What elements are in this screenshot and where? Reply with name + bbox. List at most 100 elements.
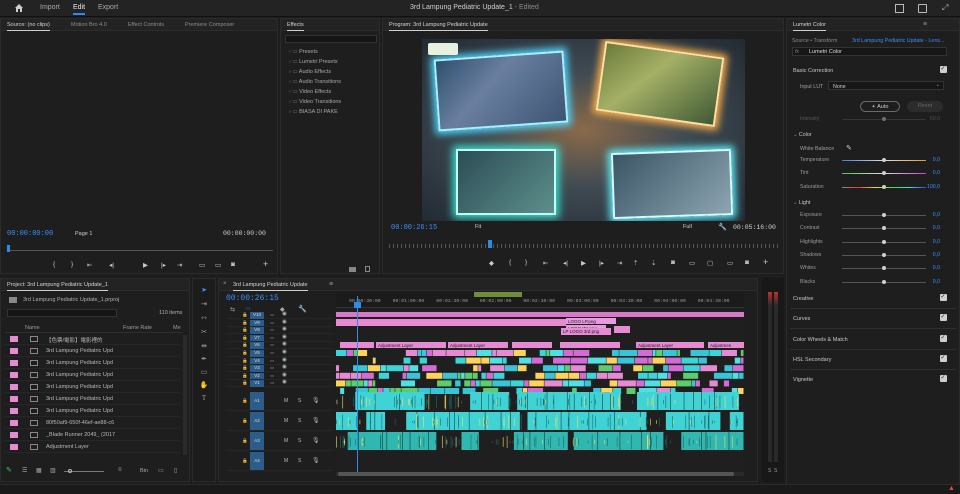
lock-icon[interactable]: 🔒 bbox=[242, 320, 248, 326]
add-marker-icon[interactable]: ◆ bbox=[489, 259, 494, 267]
video-clip[interactable] bbox=[546, 350, 550, 356]
video-clip[interactable] bbox=[473, 365, 478, 372]
tab-effect-controls[interactable]: Effect Controls bbox=[128, 22, 164, 28]
video-clip[interactable] bbox=[466, 357, 481, 364]
freeform-view-icon[interactable]: ▥ bbox=[50, 467, 56, 474]
eye-icon[interactable]: ◉ bbox=[282, 379, 287, 385]
safe-margins-icon[interactable]: ▢ bbox=[707, 259, 713, 267]
program-resolution-select[interactable]: Full bbox=[683, 224, 692, 230]
lock-icon[interactable]: 🔒 bbox=[242, 438, 248, 444]
video-clip[interactable] bbox=[667, 372, 671, 379]
source-playhead[interactable] bbox=[7, 245, 10, 252]
video-clip[interactable] bbox=[437, 380, 452, 387]
video-clip[interactable] bbox=[465, 350, 477, 356]
audio-clip[interactable] bbox=[355, 392, 375, 410]
video-clip[interactable] bbox=[446, 350, 465, 356]
effects-item-audio-transitions[interactable]: Audio Transitions bbox=[289, 79, 341, 85]
audio-clip[interactable] bbox=[641, 432, 651, 450]
video-clip[interactable] bbox=[492, 350, 496, 356]
slider-knob[interactable] bbox=[882, 252, 886, 257]
mute-button[interactable]: M bbox=[284, 418, 288, 424]
track-target[interactable]: V2 bbox=[250, 372, 264, 380]
light-slider-blacks[interactable]: Blacks 0,0 bbox=[800, 279, 940, 287]
project-list-item[interactable]: 3rd Lampung Pediatric Upd bbox=[4, 345, 180, 357]
video-clip[interactable] bbox=[570, 365, 586, 372]
project-list-item[interactable]: 3rd Lampung Pediatric Upd bbox=[4, 369, 180, 381]
audio-clip[interactable] bbox=[689, 412, 709, 430]
video-clip[interactable] bbox=[638, 372, 648, 379]
video-clip[interactable] bbox=[657, 372, 668, 379]
video-clip[interactable] bbox=[419, 357, 427, 364]
project-list-item[interactable]: 3rd Lampung Pediatric Upd bbox=[4, 393, 180, 405]
video-track-header[interactable]: 🔒 V2 ▭ ◉ bbox=[226, 372, 334, 380]
lock-icon[interactable]: 🔒 bbox=[242, 327, 248, 333]
video-clip[interactable] bbox=[607, 372, 623, 379]
quick-export-icon[interactable] bbox=[918, 4, 927, 13]
video-track-header[interactable]: 🔒 V4 ▭ ◉ bbox=[226, 357, 334, 365]
video-clip[interactable] bbox=[569, 372, 580, 379]
sync-lock-icon[interactable]: ▭ bbox=[270, 342, 274, 348]
mark-in-icon[interactable]: { bbox=[53, 261, 55, 268]
video-clip[interactable] bbox=[539, 350, 546, 356]
delete-icon[interactable]: ▯ bbox=[174, 467, 177, 474]
effects-search-input[interactable] bbox=[285, 35, 377, 43]
title-clip[interactable] bbox=[336, 312, 744, 317]
go-to-in-icon[interactable]: ⇤ bbox=[543, 259, 548, 267]
light-slider-contrast[interactable]: Contrast 0,0 bbox=[800, 225, 940, 233]
delete-icon[interactable] bbox=[365, 266, 370, 272]
video-clip[interactable] bbox=[432, 350, 446, 356]
video-clip[interactable] bbox=[346, 350, 354, 356]
video-clip[interactable] bbox=[417, 350, 422, 356]
video-clip[interactable] bbox=[336, 380, 346, 387]
reset-button[interactable]: Reset bbox=[907, 101, 943, 112]
video-clip[interactable] bbox=[668, 365, 683, 372]
video-clip[interactable] bbox=[553, 357, 570, 364]
creative-checkbox[interactable] bbox=[940, 293, 947, 301]
audio-clip[interactable] bbox=[510, 412, 520, 430]
video-clip[interactable] bbox=[740, 350, 744, 356]
adjustment-layer-clip[interactable] bbox=[512, 342, 552, 348]
video-track-header[interactable]: 🔒 V3 ▭ ◉ bbox=[226, 364, 334, 373]
eye-icon[interactable]: ◉ bbox=[282, 357, 287, 363]
video-clip[interactable] bbox=[403, 357, 411, 364]
basic-correction-checkbox[interactable] bbox=[940, 65, 947, 73]
video-clip[interactable] bbox=[617, 380, 636, 387]
audio-clip[interactable] bbox=[359, 432, 383, 450]
video-clip[interactable] bbox=[606, 357, 617, 364]
project-list-item[interactable]: 80f50af9-650f-46ef-ae88-c6 bbox=[4, 417, 180, 429]
sync-lock-icon[interactable]: ▭ bbox=[270, 380, 274, 386]
hand-tool-icon[interactable]: ✋ bbox=[198, 381, 210, 389]
slip-tool-icon[interactable]: ⇹ bbox=[198, 342, 210, 350]
video-clip[interactable] bbox=[465, 372, 473, 379]
video-clip[interactable] bbox=[611, 350, 619, 356]
video-clip[interactable] bbox=[739, 372, 744, 379]
audio-clip[interactable] bbox=[449, 412, 455, 430]
play-icon[interactable]: ▶ bbox=[581, 259, 586, 267]
project-list-item[interactable]: Adjustment Layer bbox=[4, 441, 180, 453]
video-clip[interactable] bbox=[336, 365, 340, 372]
sync-lock-icon[interactable]: ▭ bbox=[270, 320, 274, 326]
creative-header[interactable]: Creative bbox=[793, 296, 813, 302]
light-slider-whites[interactable]: Whites 0,0 bbox=[800, 265, 940, 273]
audio-clip[interactable] bbox=[620, 432, 641, 450]
video-clip[interactable] bbox=[709, 350, 722, 356]
video-clip[interactable] bbox=[557, 365, 565, 372]
video-clip[interactable] bbox=[481, 357, 490, 364]
video-clip[interactable] bbox=[656, 350, 663, 356]
video-clip[interactable] bbox=[544, 372, 555, 379]
go-to-out-icon[interactable]: ⇥ bbox=[177, 261, 182, 269]
col-name[interactable]: Name bbox=[25, 325, 40, 331]
video-clip[interactable] bbox=[372, 357, 376, 364]
timeline-timecode[interactable]: 00:00:26:15 bbox=[226, 294, 279, 303]
video-clip[interactable] bbox=[426, 350, 433, 356]
video-clip[interactable] bbox=[587, 357, 606, 364]
audio-clip[interactable] bbox=[461, 432, 479, 450]
audio-clip[interactable] bbox=[701, 432, 706, 450]
audio-clip[interactable] bbox=[684, 392, 694, 410]
video-clip[interactable] bbox=[723, 380, 730, 387]
video-track-header[interactable]: 🔒 V6 ▭ ◉ bbox=[226, 341, 334, 350]
track-target[interactable]: V4 bbox=[250, 357, 264, 365]
slider-value[interactable]: 0,0 bbox=[933, 212, 940, 218]
lumetri-source-label[interactable]: Source • Transform bbox=[792, 38, 837, 44]
video-clip[interactable] bbox=[648, 357, 652, 364]
